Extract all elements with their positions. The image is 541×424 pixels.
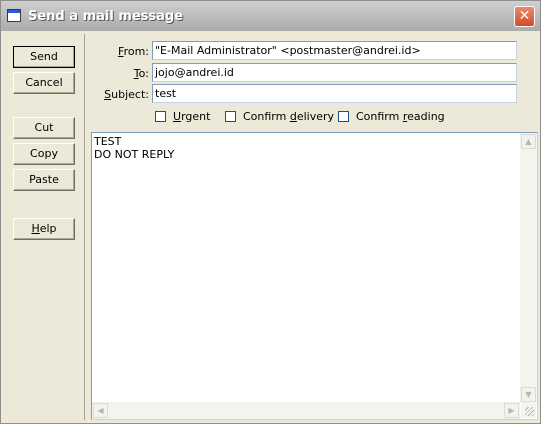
message-text[interactable]: TEST DO NOT REPLY — [94, 135, 174, 161]
urgent-label-rest: rgent — [181, 110, 211, 123]
close-button[interactable]: ✕ — [514, 6, 535, 27]
to-label: To: — [69, 67, 149, 80]
scroll-down-arrow-icon[interactable]: ▼ — [521, 387, 536, 402]
scroll-up-arrow-icon[interactable]: ▲ — [521, 134, 536, 149]
urgent-label: Urgent — [173, 110, 210, 123]
message-body[interactable]: TEST DO NOT REPLY ▲ ▼ ◀ ▶ — [91, 132, 538, 420]
window-title: Send a mail message — [28, 9, 184, 24]
confirm-reading-rest: eading — [407, 110, 445, 123]
help-button[interactable]: Help — [13, 218, 75, 240]
confirm-delivery-rest: elivery — [296, 110, 335, 123]
cut-button[interactable]: Cut — [13, 117, 75, 139]
urgent-accel: U — [173, 110, 182, 123]
confirm-reading-check-box[interactable] — [338, 111, 349, 122]
paste-button[interactable]: Paste — [13, 169, 75, 191]
confirm-reading-pre: Confirm — [356, 110, 403, 123]
window-icon — [7, 9, 21, 22]
title-bar[interactable]: Send a mail message ✕ — [1, 1, 540, 31]
send-button[interactable]: Send — [13, 46, 75, 68]
from-label-rest: rom: — [123, 45, 149, 58]
vertical-scrollbar[interactable]: ▲ ▼ — [520, 133, 537, 403]
scroll-left-arrow-icon[interactable]: ◀ — [93, 403, 108, 418]
confirm-delivery-checkbox[interactable]: Confirm delivery — [225, 110, 334, 126]
urgent-checkbox[interactable]: Urgent — [155, 110, 215, 126]
horizontal-scrollbar[interactable]: ◀ ▶ — [92, 402, 520, 419]
urgent-check-box[interactable] — [155, 111, 166, 122]
confirm-delivery-check-box[interactable] — [225, 111, 236, 122]
confirm-delivery-pre: Confirm — [243, 110, 290, 123]
message-line: TEST — [94, 135, 122, 148]
scroll-right-arrow-icon[interactable]: ▶ — [504, 403, 519, 418]
subject-label-rest: ubject: — [111, 88, 149, 101]
from-field[interactable]: "E-Mail Administrator" <postmaster@andre… — [152, 41, 517, 60]
to-label-rest: o: — [138, 67, 149, 80]
from-label: From: — [69, 45, 149, 58]
subject-label: Subject: — [69, 88, 149, 101]
resize-grip-icon[interactable] — [521, 403, 536, 418]
close-icon: ✕ — [518, 8, 531, 24]
to-field[interactable]: jojo@andrei.id — [152, 63, 517, 82]
confirm-delivery-label: Confirm delivery — [243, 110, 334, 123]
cancel-button[interactable]: Cancel — [13, 72, 75, 94]
copy-button[interactable]: Copy — [13, 143, 75, 165]
confirm-reading-checkbox[interactable]: Confirm reading — [338, 110, 445, 126]
confirm-reading-label: Confirm reading — [356, 110, 445, 123]
confirm-delivery-accel: d — [289, 110, 297, 123]
subject-field[interactable]: test — [152, 84, 517, 103]
help-label-rest: elp — [39, 222, 57, 235]
help-accel: H — [31, 222, 40, 235]
send-mail-window: Send a mail message ✕ Send Cancel Cut Co… — [0, 0, 541, 424]
message-line: DO NOT REPLY — [94, 148, 175, 161]
